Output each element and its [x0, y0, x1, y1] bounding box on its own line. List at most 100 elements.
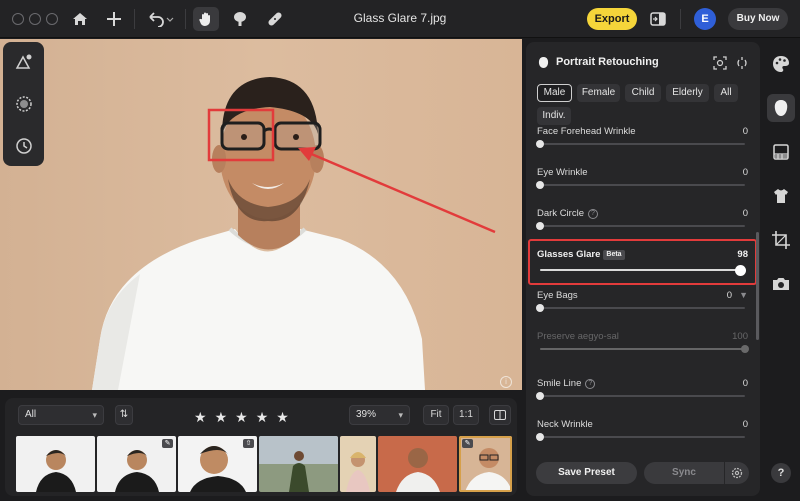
grid-module-button[interactable] [771, 142, 791, 162]
clothing-module-button[interactable] [771, 186, 791, 206]
radial-tool-button[interactable] [14, 94, 34, 114]
document-title: Glass Glare 7.jpg [353, 11, 447, 25]
thumbnail-item-selected[interactable]: ✎ [459, 436, 512, 492]
slider-label: Eye Wrinkle [537, 167, 588, 178]
slider-knob[interactable] [536, 392, 544, 400]
thumbnail-item[interactable]: ⇧ [178, 436, 257, 492]
rating-star-5[interactable]: ★ [276, 410, 289, 424]
photo-canvas[interactable]: i [0, 39, 522, 390]
palette-icon [773, 56, 789, 72]
panel-scrollbar[interactable] [756, 232, 759, 340]
eye-wrinkle-slider[interactable] [536, 181, 745, 189]
rating-star-1[interactable]: ★ [194, 410, 207, 424]
zoom-dropdown[interactable]: 39% ▾ [349, 405, 410, 425]
minimize-window-button[interactable] [29, 13, 41, 25]
stamp-tool-button[interactable] [229, 7, 251, 31]
slider-value: 0 [742, 419, 748, 430]
slider-label-text: Smile Line [537, 378, 582, 389]
crop-icon [772, 231, 790, 249]
thumbnail-item[interactable] [16, 436, 95, 492]
thumbnail-item[interactable] [340, 436, 376, 492]
slider-knob[interactable] [536, 140, 544, 148]
help-circle-icon[interactable]: ? [585, 379, 596, 389]
neck-wrinkle-slider[interactable] [536, 433, 745, 441]
chip-male[interactable]: Male [537, 84, 572, 102]
chip-elderly[interactable]: Elderly [666, 84, 709, 102]
slider-knob[interactable] [741, 345, 749, 353]
buy-now-button[interactable]: Buy Now [728, 8, 788, 30]
slider-label: Face Forehead Wrinkle [537, 126, 636, 137]
history-icon [16, 138, 32, 154]
compare-panel-button[interactable] [648, 7, 668, 31]
slider-knob[interactable] [536, 304, 544, 312]
sort-button[interactable]: ⇅ [115, 405, 133, 425]
chip-child[interactable]: Child [625, 84, 661, 102]
slider-label: Dark Circle? [537, 208, 598, 219]
sync-button[interactable]: Sync [644, 462, 724, 484]
chip-female[interactable]: Female [577, 84, 620, 102]
undo-button[interactable] [145, 7, 175, 31]
hand-tool-button[interactable] [193, 7, 219, 31]
rating-stars: ★ ★ ★ ★ ★ [194, 410, 289, 424]
face-detect-icon[interactable] [713, 56, 727, 70]
mask-tool-button[interactable] [14, 52, 34, 72]
slider-knob[interactable] [536, 181, 544, 189]
camera-module-button[interactable] [771, 274, 791, 294]
face-forehead-wrinkle-slider[interactable] [536, 140, 745, 148]
user-avatar[interactable]: E [694, 8, 716, 30]
filter-value: All [25, 409, 37, 420]
chip-all[interactable]: All [714, 84, 738, 102]
glasses-glare-highlight-box [528, 239, 757, 285]
close-window-button[interactable] [12, 13, 24, 25]
toolbar-divider [185, 9, 186, 29]
help-button[interactable]: ? [771, 463, 791, 483]
thumbnail-image [36, 450, 76, 492]
export-button[interactable]: Export [587, 8, 637, 30]
zoom-window-button[interactable] [46, 13, 58, 25]
chevron-down-icon[interactable]: ▼ [739, 290, 748, 300]
slider-value: 0 [742, 378, 748, 389]
compare-view-button[interactable] [489, 405, 511, 425]
rating-star-4[interactable]: ★ [256, 410, 269, 424]
dark-circle-slider[interactable] [536, 222, 745, 230]
slider-value: 0 [742, 167, 748, 178]
thumbnail-item[interactable] [259, 436, 338, 492]
rating-star-3[interactable]: ★ [235, 410, 248, 424]
home-icon [73, 13, 87, 25]
healing-tool-button[interactable] [264, 7, 286, 31]
fit-button[interactable]: Fit [423, 405, 449, 425]
sync-settings-button[interactable] [725, 462, 749, 484]
slider-knob[interactable] [536, 222, 544, 230]
chip-individual[interactable]: Indiv. [537, 107, 571, 125]
thumbnail-item[interactable] [378, 436, 457, 492]
thumbnail-item[interactable]: ✎ [97, 436, 176, 492]
image-info-icon[interactable]: i [500, 376, 512, 388]
reset-icon[interactable] [736, 56, 748, 70]
slider-value: 0 [726, 290, 732, 301]
filter-dropdown[interactable]: All ▾ [18, 405, 104, 425]
portrait-retouching-panel: Portrait Retouching Male Female Child El… [526, 42, 760, 496]
compare-panel-icon [650, 12, 666, 26]
zoom-value: 39% [356, 409, 377, 420]
rating-star-2[interactable]: ★ [215, 410, 228, 424]
slider-label: Smile Line? [537, 378, 596, 389]
canvas-tools-panel [3, 42, 44, 166]
portrait-module-button[interactable] [771, 98, 791, 118]
preserve-aegyo-sal-slider[interactable] [540, 345, 749, 353]
save-preset-button[interactable]: Save Preset [536, 462, 637, 484]
undo-icon [149, 12, 174, 27]
camera-icon [773, 278, 789, 290]
add-button[interactable] [104, 7, 124, 31]
actual-size-button[interactable]: 1:1 [453, 405, 479, 425]
slider-knob[interactable] [536, 433, 544, 441]
eye-bags-slider[interactable] [536, 304, 745, 312]
history-button[interactable] [14, 136, 34, 156]
slider-value: 100 [732, 331, 748, 342]
home-button[interactable] [70, 7, 90, 31]
smile-line-slider[interactable] [536, 392, 745, 400]
toolbar-divider [680, 9, 681, 29]
color-module-button[interactable] [771, 54, 791, 74]
slider-label: Preserve aegyo-sal [537, 331, 619, 342]
help-circle-icon[interactable]: ? [587, 209, 598, 219]
crop-module-button[interactable] [771, 230, 791, 250]
